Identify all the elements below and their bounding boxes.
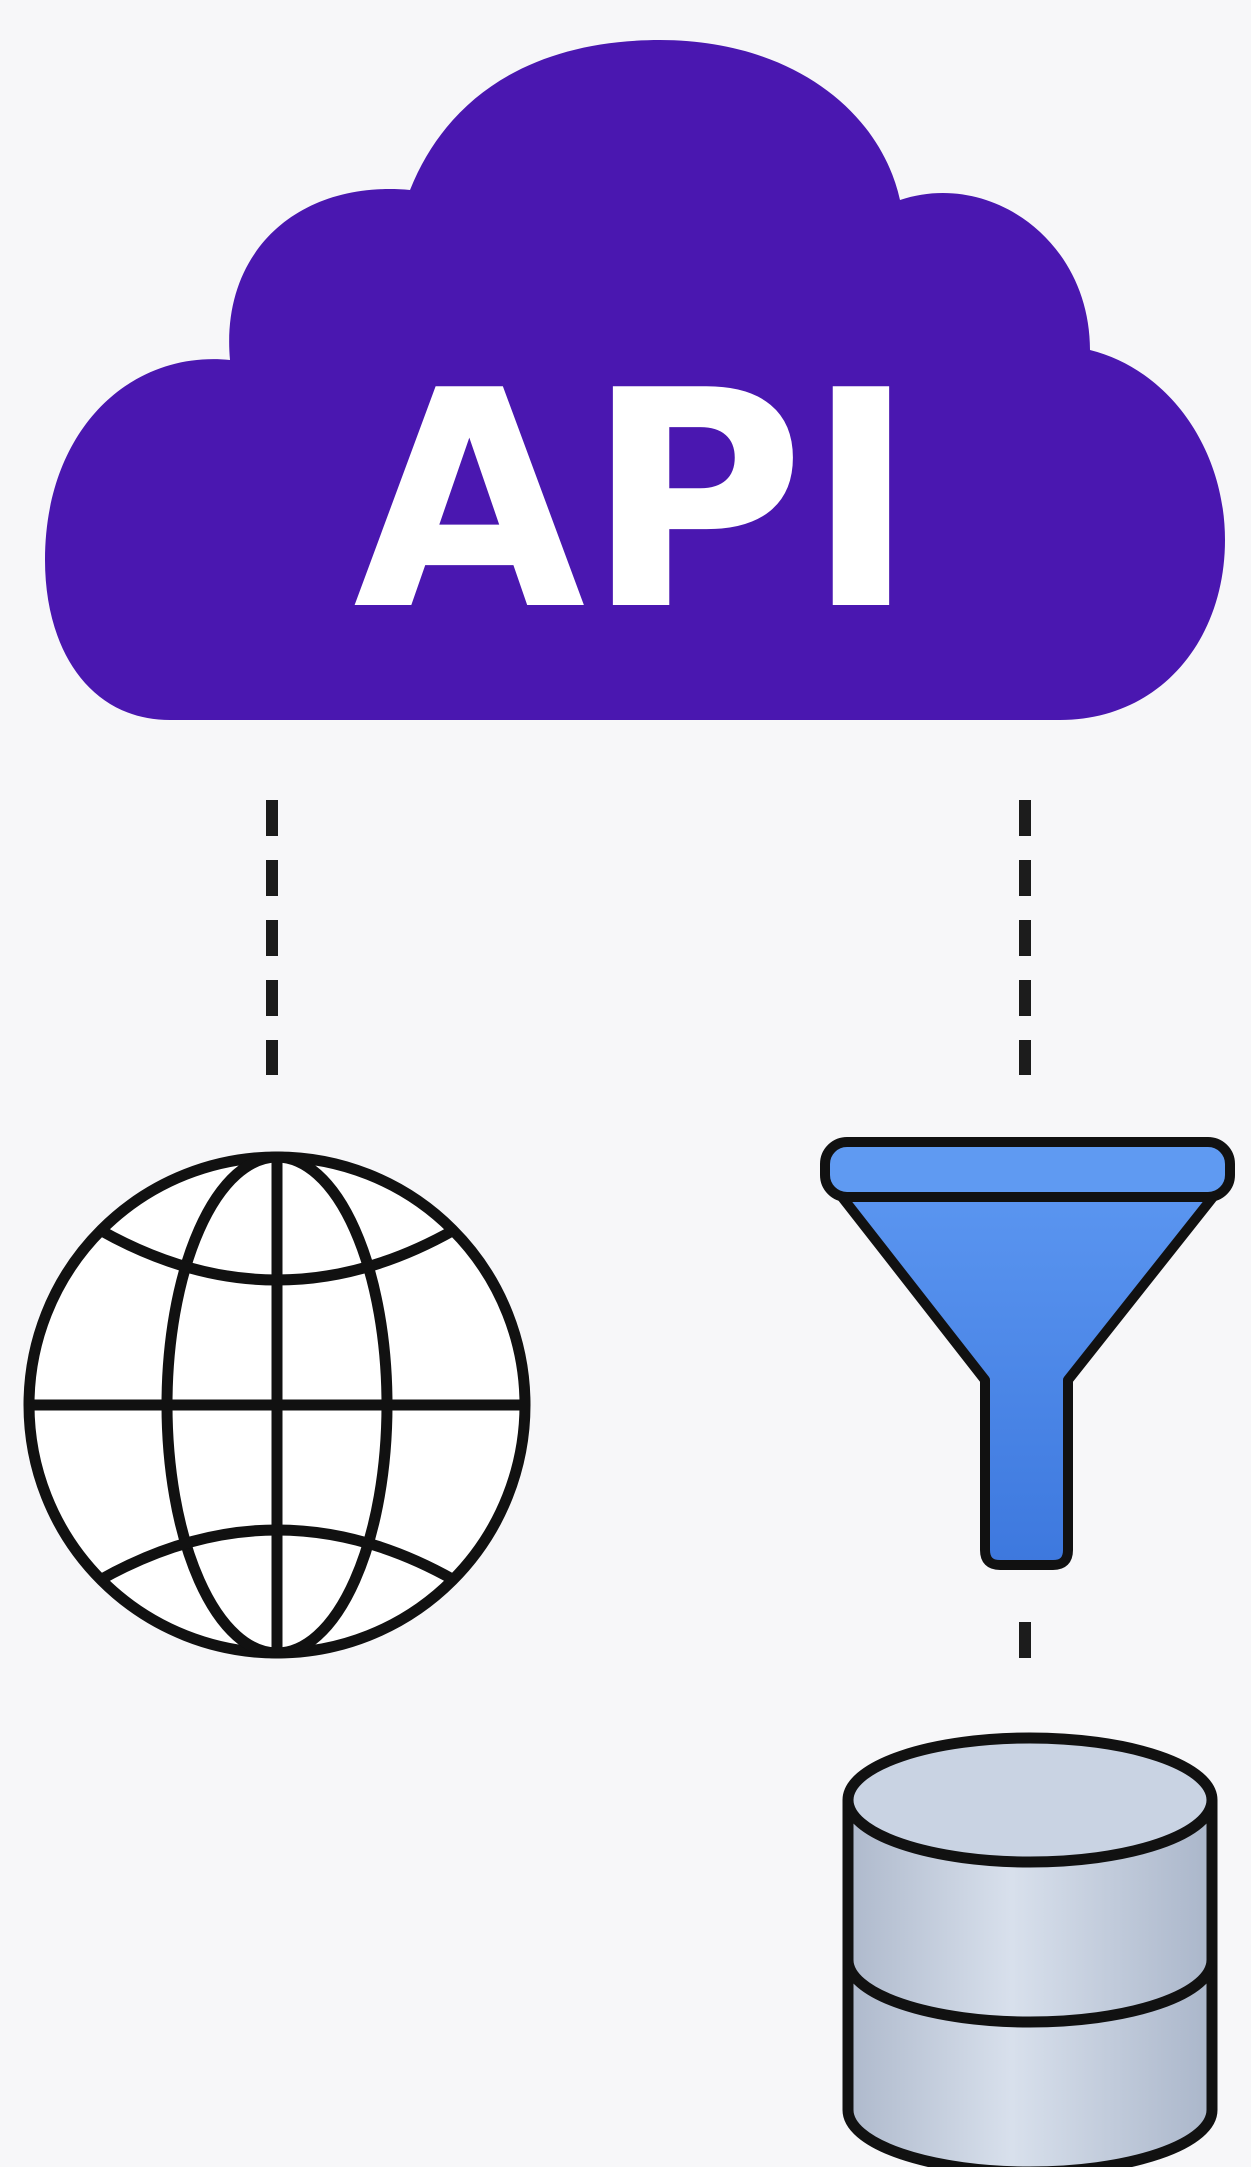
cloud-icon: API	[45, 40, 1225, 720]
globe-icon	[23, 1151, 531, 1659]
database-icon	[842, 1732, 1218, 2167]
api-label: API	[353, 327, 917, 676]
api-architecture-diagram: API	[23, 40, 1235, 2167]
funnel-icon	[820, 1137, 1235, 1570]
